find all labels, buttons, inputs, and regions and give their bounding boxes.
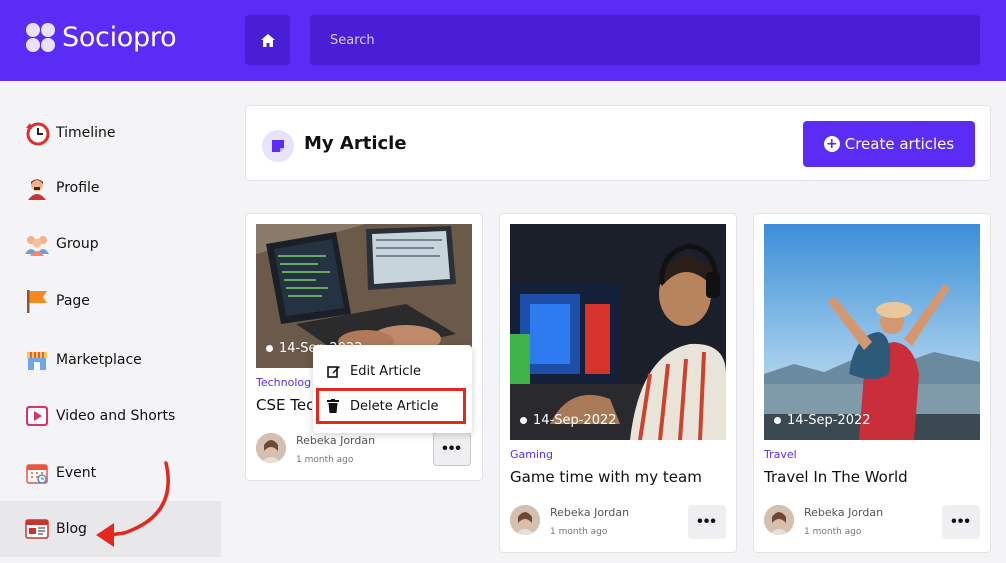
sidebar-item-label: Blog	[56, 521, 87, 537]
article-card-3[interactable]: 14-Sep-2022 Travel Travel In The World R…	[753, 213, 991, 553]
sidebar-item-label: Marketplace	[56, 352, 142, 368]
author-name[interactable]: Rebeka Jordan	[550, 506, 629, 519]
plus-icon: +	[823, 136, 840, 152]
edit-article-label: Edit Article	[350, 363, 422, 379]
sidebar-item-label: Profile	[56, 180, 100, 196]
blog-icon	[24, 516, 50, 542]
article-title[interactable]: Travel In The World	[764, 468, 908, 486]
article-title[interactable]: Game time with my team	[510, 468, 702, 486]
article-icon	[262, 130, 294, 162]
edit-icon	[327, 364, 341, 378]
more-options-button[interactable]: •••	[433, 432, 471, 466]
more-options-button[interactable]: •••	[688, 505, 726, 539]
sidebar-item-marketplace[interactable]: Marketplace	[0, 332, 221, 388]
home-button[interactable]	[245, 15, 290, 65]
sidebar-item-timeline[interactable]: Timeline	[0, 105, 221, 161]
search-input[interactable]	[310, 15, 980, 65]
home-icon	[260, 33, 275, 47]
ellipsis-icon: •••	[697, 513, 717, 530]
sidebar-item-label: Timeline	[56, 125, 116, 141]
annotation-arrow	[96, 461, 170, 547]
post-time: 1 month ago	[804, 527, 862, 537]
more-options-button[interactable]: •••	[942, 505, 980, 539]
store-icon	[24, 347, 50, 373]
video-icon	[24, 403, 50, 429]
sidebar-item-video[interactable]: Video and Shorts	[0, 388, 221, 444]
my-article-header: My Article + Create articles	[245, 105, 991, 181]
article-thumbnail[interactable]: 14-Sep-2022	[764, 224, 980, 440]
calendar-icon	[24, 460, 50, 486]
article-date: 14-Sep-2022	[520, 413, 617, 428]
article-card-2[interactable]: 14-Sep-2022 Gaming Game time with my tea…	[499, 213, 737, 553]
sidebar-item-label: Page	[56, 293, 90, 309]
flag-icon	[24, 288, 50, 314]
group-icon	[24, 231, 50, 257]
sidebar-item-label: Group	[56, 236, 99, 252]
post-time: 1 month ago	[296, 455, 354, 465]
ellipsis-icon: •••	[951, 513, 971, 530]
avatar	[510, 505, 540, 535]
page-title: My Article	[304, 133, 407, 154]
logo-icon	[26, 22, 56, 53]
sidebar-item-group[interactable]: Group	[0, 216, 221, 272]
create-articles-button[interactable]: + Create articles	[803, 121, 975, 167]
top-bar: Sociopro	[0, 0, 1006, 81]
clock-icon	[24, 120, 50, 146]
sidebar-item-profile[interactable]: Profile	[0, 160, 221, 216]
article-category[interactable]: Technolog	[256, 376, 311, 389]
sidebar-item-page[interactable]: Page	[0, 273, 221, 329]
ellipsis-icon: •••	[442, 440, 462, 457]
article-thumbnail[interactable]: 14-Sep-2022	[510, 224, 726, 440]
article-title[interactable]: CSE Tec	[256, 396, 312, 414]
post-time: 1 month ago	[550, 527, 608, 537]
logo[interactable]: Sociopro	[26, 22, 177, 53]
brand-name: Sociopro	[62, 22, 177, 53]
article-date: 14-Sep-2022	[774, 413, 871, 428]
author-name[interactable]: Rebeka Jordan	[296, 434, 375, 447]
edit-article-menu-item[interactable]: Edit Article	[313, 354, 472, 388]
avatar	[256, 433, 286, 463]
sidebar-item-label: Video and Shorts	[56, 408, 176, 424]
person-icon	[24, 175, 50, 201]
delete-highlight-box	[316, 388, 466, 424]
avatar	[764, 505, 794, 535]
article-category[interactable]: Gaming	[510, 448, 553, 461]
create-articles-label: Create articles	[844, 135, 955, 153]
article-category[interactable]: Travel	[764, 448, 797, 461]
author-name[interactable]: Rebeka Jordan	[804, 506, 883, 519]
